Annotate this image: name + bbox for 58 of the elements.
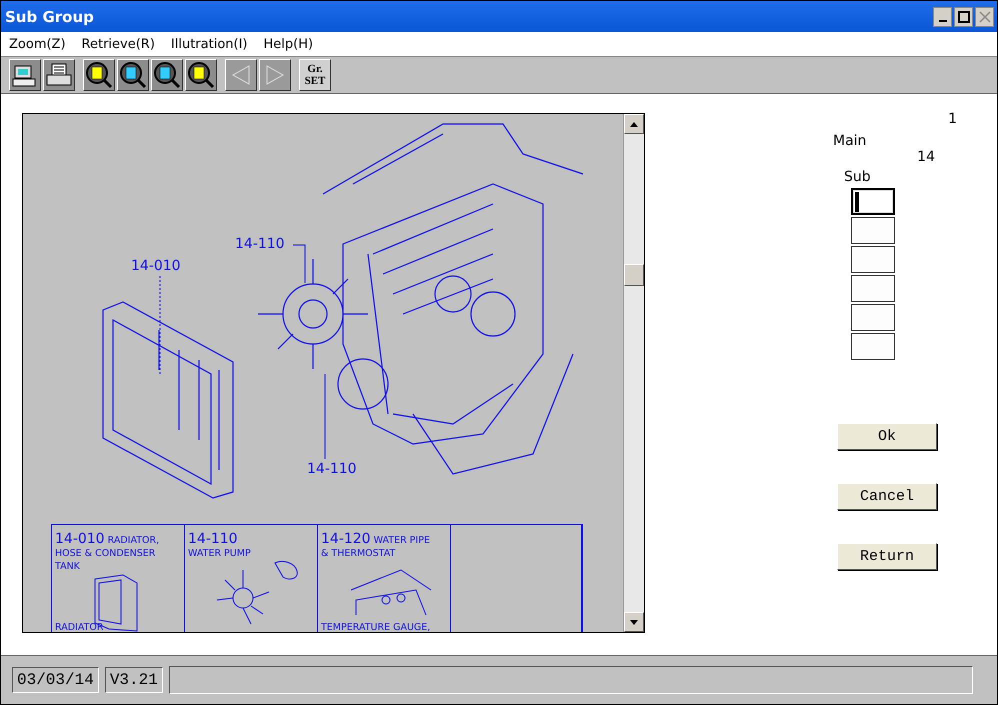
menu-item[interactable]: Retrieve(R) (82, 36, 155, 52)
index-heading: 14-110 (188, 530, 239, 547)
index-heading: 14-010 RADIATOR, (55, 530, 160, 547)
sub-input-field[interactable] (851, 304, 895, 331)
callout-label: 14-110 (235, 236, 285, 252)
menu-item[interactable]: Illutration(I) (170, 36, 248, 52)
magnifier-icon (153, 61, 181, 89)
scroll-down-button[interactable] (624, 612, 644, 632)
dialog-button[interactable]: Ok (837, 423, 937, 450)
magnifier-icon (85, 61, 113, 89)
toolbar-button[interactable] (117, 59, 149, 91)
index-title: WATER PUMP (188, 547, 252, 560)
date-field: 03/03/14 (12, 667, 99, 693)
toolbar-button[interactable] (83, 59, 115, 91)
main-label: Main (833, 133, 866, 149)
printer-icon (45, 62, 73, 88)
maximize-icon (958, 10, 970, 22)
dialog-button[interactable]: Return (837, 543, 937, 570)
index-caption: RADIATOR (55, 621, 104, 632)
menu-item[interactable]: Help(H) (264, 36, 314, 52)
up-arrow-icon (630, 122, 638, 126)
index-caption: TEMPERATURE GAUGE, (321, 621, 430, 632)
sub-input-field[interactable] (851, 333, 895, 360)
right-triangle-icon (265, 64, 285, 86)
index-title: & THERMOSTAT (321, 547, 396, 560)
window-title: Sub Group (5, 8, 94, 26)
scroll-up-button[interactable] (624, 114, 644, 134)
sub-input-field[interactable] (851, 275, 895, 302)
toolbar-button[interactable] (43, 59, 75, 91)
left-triangle-icon (231, 64, 251, 86)
vertical-scrollbar[interactable] (623, 114, 644, 632)
magnifier-icon (119, 61, 147, 89)
down-arrow-icon (630, 620, 638, 624)
leader-line (293, 244, 307, 284)
callout-label: 14-110 (307, 461, 357, 477)
scroll-thumb[interactable] (624, 264, 644, 286)
menu-item[interactable]: Zoom(Z) (9, 36, 66, 52)
sub-label: Sub (844, 169, 871, 185)
sub-input-field[interactable] (851, 188, 895, 215)
main-value: 14 (917, 149, 935, 165)
index-heading: 14-120 WATER PIPE (321, 530, 431, 547)
dialog-button[interactable]: Cancel (837, 483, 937, 510)
close-icon (978, 10, 990, 22)
index-title: HOSE & CONDENSER TANK (55, 547, 156, 573)
toolbar-button[interactable] (185, 59, 217, 91)
toolbar-button[interactable] (151, 59, 183, 91)
maximize-button[interactable] (954, 6, 973, 26)
toolbar-button[interactable] (9, 59, 41, 91)
group-number: 1 (948, 111, 957, 127)
version-field: V3.21 (104, 667, 163, 693)
minimize-button[interactable] (933, 6, 952, 26)
text-cursor (855, 192, 859, 212)
group-set-button[interactable]: Gr. SET (299, 59, 331, 91)
magnifier-icon (187, 61, 215, 89)
sub-input-field[interactable] (851, 217, 895, 244)
minimize-icon (938, 20, 946, 22)
callout-label: 14-010 (131, 258, 181, 274)
sub-input-field[interactable] (851, 246, 895, 273)
